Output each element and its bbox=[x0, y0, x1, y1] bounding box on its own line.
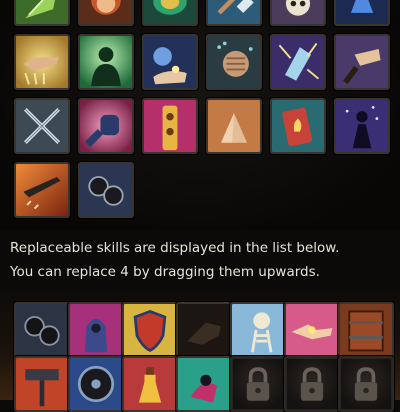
skill-slot[interactable] bbox=[78, 162, 134, 218]
skill-slot[interactable] bbox=[78, 34, 134, 90]
praying-hands-icon bbox=[208, 100, 260, 152]
hammer-strike-icon bbox=[208, 0, 260, 24]
skill-slot[interactable] bbox=[206, 34, 262, 90]
skill-slot[interactable] bbox=[270, 34, 326, 90]
replaceable-skill-slot[interactable] bbox=[122, 302, 178, 358]
instructions-text: Replaceable skills are displayed in the … bbox=[10, 236, 390, 284]
skill-slot[interactable] bbox=[14, 98, 70, 154]
potion-bottle-icon bbox=[124, 358, 176, 410]
padlock-icon bbox=[354, 367, 378, 401]
skill-slot[interactable] bbox=[270, 98, 326, 154]
hooded-figure-icon bbox=[70, 304, 122, 356]
replaceable-skill-slot[interactable] bbox=[68, 356, 124, 412]
golden-totem-icon bbox=[144, 100, 196, 152]
wheel-icon bbox=[70, 358, 122, 410]
replaceable-skill-slot[interactable] bbox=[122, 356, 178, 412]
emerald-scarab-icon bbox=[144, 0, 196, 24]
skill-slot[interactable] bbox=[78, 98, 134, 154]
replaceable-skill-slot[interactable] bbox=[338, 302, 394, 358]
replaceable-skill-slot[interactable] bbox=[14, 302, 70, 358]
clenched-fist-icon bbox=[208, 36, 260, 88]
replaceable-skill-slot[interactable] bbox=[176, 302, 232, 358]
twin-hammer-icon bbox=[16, 358, 68, 410]
handshake-icon bbox=[286, 304, 338, 356]
locked-skill-slot bbox=[284, 356, 340, 412]
blue-potion-icon bbox=[336, 0, 388, 24]
replaceable-skill-slot[interactable] bbox=[14, 356, 70, 412]
instructions-line-1: Replaceable skills are displayed in the … bbox=[10, 240, 340, 256]
skill-slot[interactable] bbox=[14, 34, 70, 90]
locked-skill-slot bbox=[338, 356, 394, 412]
skill-slot[interactable] bbox=[334, 0, 390, 26]
skill-slot[interactable] bbox=[78, 0, 134, 26]
skill-slot[interactable] bbox=[14, 0, 70, 26]
padlock-icon bbox=[246, 367, 270, 401]
fire-card-icon bbox=[272, 100, 324, 152]
shadow-hand-icon bbox=[178, 304, 230, 356]
skill-slot[interactable] bbox=[14, 162, 70, 218]
skill-slot[interactable] bbox=[142, 0, 198, 26]
replaceable-skill-slot[interactable] bbox=[230, 302, 286, 358]
skeleton-icon bbox=[232, 304, 284, 356]
skull-icon bbox=[272, 0, 324, 24]
replaceable-skill-slot[interactable] bbox=[176, 356, 232, 412]
skill-slot[interactable] bbox=[206, 98, 262, 154]
skill-slot[interactable] bbox=[142, 98, 198, 154]
skill-slot[interactable] bbox=[142, 34, 198, 90]
shadow-mage-icon bbox=[336, 100, 388, 152]
locked-skill-slot bbox=[230, 356, 286, 412]
blue-orb-hand-icon bbox=[144, 36, 196, 88]
iron-door-icon bbox=[340, 304, 392, 356]
golden-hand-icon bbox=[16, 36, 68, 88]
green-silhouette-icon bbox=[80, 36, 132, 88]
skill-slot[interactable] bbox=[206, 0, 262, 26]
green-leaf-skill-icon bbox=[16, 0, 68, 24]
replaceable-skill-slot[interactable] bbox=[284, 302, 340, 358]
dagger-slash-icon bbox=[16, 164, 68, 216]
dark-coins-icon bbox=[80, 164, 132, 216]
dark-sprite-icon bbox=[178, 358, 230, 410]
padlock-icon bbox=[300, 367, 324, 401]
skill-slot[interactable] bbox=[270, 0, 326, 26]
instructions-line-2: You can replace 4 by dragging them upwar… bbox=[10, 264, 320, 280]
reaching-hand-icon bbox=[336, 36, 388, 88]
crystal-strike-icon bbox=[272, 36, 324, 88]
skill-slot[interactable] bbox=[334, 98, 390, 154]
dark-coins-icon bbox=[16, 304, 68, 356]
replaceable-skill-slot[interactable] bbox=[68, 302, 124, 358]
red-haired-hero-icon bbox=[80, 0, 132, 24]
crossed-swords-icon bbox=[16, 100, 68, 152]
skill-slot[interactable] bbox=[334, 34, 390, 90]
power-punch-icon bbox=[80, 100, 132, 152]
shield-icon bbox=[124, 304, 176, 356]
